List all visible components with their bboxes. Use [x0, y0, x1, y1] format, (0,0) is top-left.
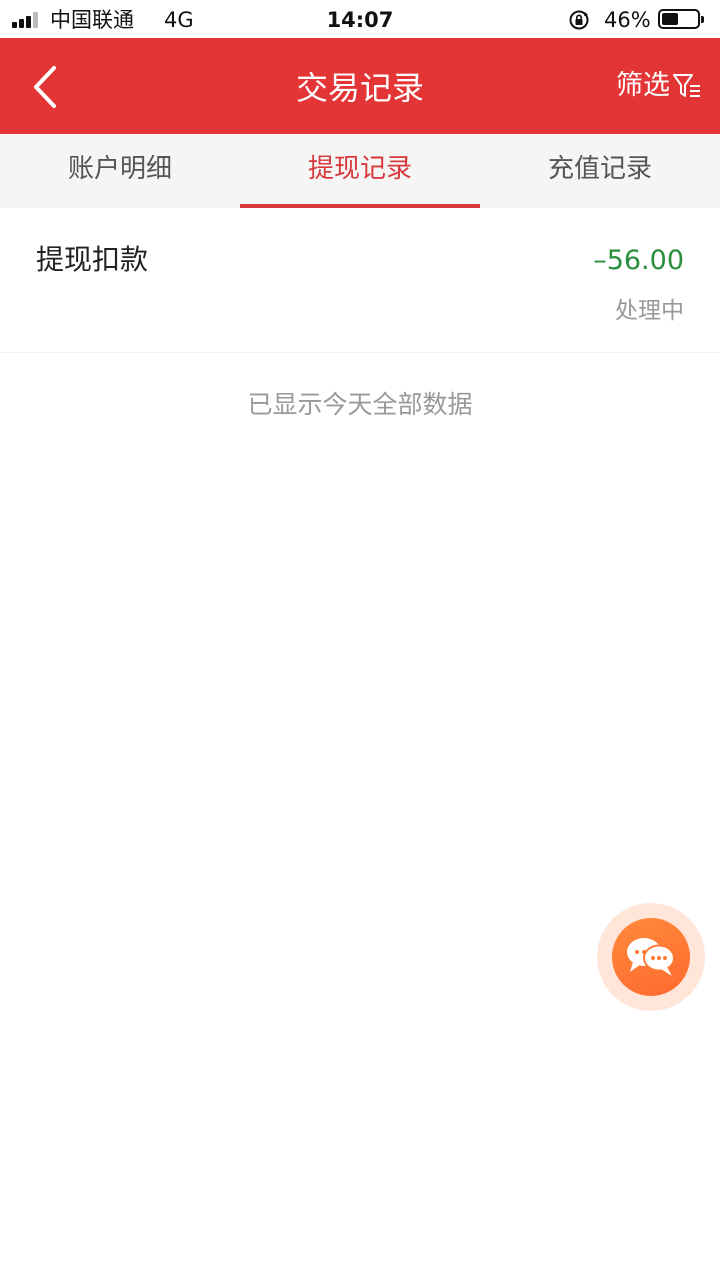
tab-label: 充值记录 [547, 154, 652, 184]
tab-account-details[interactable]: 账户明细 [0, 134, 240, 208]
list-item[interactable]: 提现扣款 –56.00 处理中 [0, 208, 720, 353]
chat-button-inner [612, 918, 690, 996]
chat-bubbles-icon [627, 938, 675, 976]
tab-label: 账户明细 [67, 154, 172, 184]
end-of-list-note: 已显示今天全部数据 [247, 390, 473, 419]
battery-percentage: 46% [604, 8, 651, 32]
chat-button[interactable] [597, 903, 705, 1011]
tab-withdrawal-records[interactable]: 提现记录 [240, 134, 480, 208]
tab-label: 提现记录 [307, 154, 412, 184]
filter-icon [673, 74, 700, 97]
filter-label: 筛选 [616, 70, 670, 101]
filter-button[interactable]: 筛选 [616, 68, 702, 104]
tab-recharge-records[interactable]: 充值记录 [480, 134, 720, 208]
nav-bar: 交易记录 筛选 [0, 38, 720, 134]
page-title: 交易记录 [295, 69, 424, 107]
record-title: 提现扣款 [36, 243, 149, 276]
record-amount: –56.00 [593, 245, 684, 276]
record-status: 处理中 [615, 298, 684, 324]
rotation-lock-icon [569, 10, 589, 30]
status-bar: 中国联通 4G 14:07 46% [0, 0, 720, 38]
battery-icon [658, 9, 704, 29]
tab-bar: 账户明细 提现记录 充值记录 [0, 134, 720, 208]
